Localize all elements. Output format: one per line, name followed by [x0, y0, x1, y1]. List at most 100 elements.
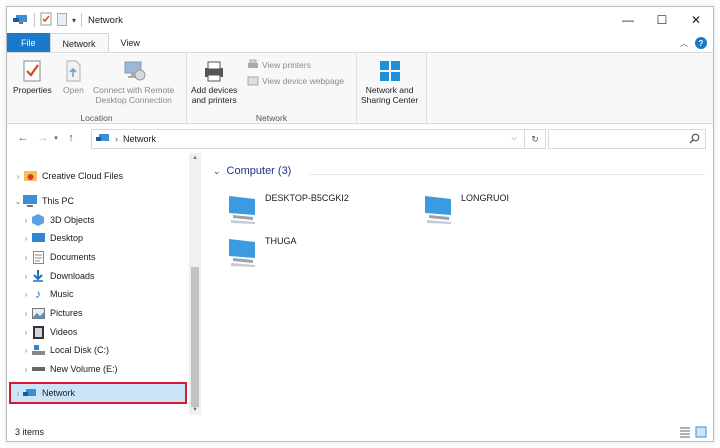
pc-icon [23, 194, 37, 208]
chevron-right-icon[interactable]: › [21, 234, 31, 243]
view-device-webpage-button[interactable]: View device webpage [247, 75, 344, 87]
ribbon: Properties Open Connect with Remote Desk… [7, 52, 713, 125]
tree-label: This PC [42, 196, 75, 206]
help-icon[interactable]: ? [695, 37, 707, 49]
view-printers-button[interactable]: View printers [247, 59, 311, 71]
remote-desktop-button[interactable]: Connect with Remote Desktop Connection [93, 57, 174, 105]
collapse-ribbon-icon[interactable]: ︿ [680, 38, 688, 49]
scroll-up-icon[interactable]: ▲ [189, 155, 201, 161]
computer-name: DESKTOP-B5CGKI2 [265, 193, 349, 203]
network-sharing-label-2: Sharing Center [361, 95, 419, 105]
window-title: Network [88, 14, 123, 26]
open-label: Open [63, 85, 84, 95]
address-bar[interactable]: › Network ⌵ ↻ [91, 129, 546, 149]
computer-icon [425, 196, 451, 224]
tab-file[interactable]: File [7, 33, 50, 53]
close-button[interactable]: ✕ [679, 7, 713, 33]
view-printers-label: View printers [262, 60, 311, 70]
open-button[interactable]: Open [63, 57, 84, 95]
scrollbar-thumb[interactable] [191, 267, 199, 407]
tree-item-this-pc[interactable]: ⌄ This PC [13, 192, 74, 210]
address-dropdown-icon[interactable]: ⌵ [504, 135, 524, 143]
tree-item-desktop[interactable]: › Desktop [21, 229, 83, 247]
tree-item-new-volume[interactable]: › New Volume (E:) [21, 360, 118, 378]
tree-item-music[interactable]: › ♪ Music [21, 285, 74, 303]
chevron-down-icon: ⌄ [213, 165, 221, 176]
tree-item-3d-objects[interactable]: › 3D Objects [21, 211, 95, 229]
remote-desktop-label-2: Desktop Connection [95, 95, 172, 105]
network-sharing-center-button[interactable]: Network and Sharing Center [361, 57, 418, 105]
chevron-right-icon[interactable]: › [21, 272, 31, 281]
chevron-down-icon[interactable]: ⌄ [13, 197, 23, 206]
forward-button[interactable]: → [35, 132, 51, 144]
computer-item[interactable]: THUGA [227, 236, 297, 268]
chevron-right-icon[interactable]: › [21, 328, 31, 337]
computer-item[interactable]: LONGRUOI [423, 193, 509, 225]
chevron-right-icon[interactable]: › [21, 253, 31, 262]
tree-item-downloads[interactable]: › Downloads [21, 267, 95, 285]
chevron-right-icon[interactable]: › [21, 216, 31, 225]
quick-access-toolbar: ▾ [7, 12, 83, 28]
add-devices-label-1: Add devices [191, 85, 238, 95]
tree-label: 3D Objects [50, 215, 95, 225]
search-icon [689, 133, 700, 146]
group-network: Add devices and printers View printers V… [187, 53, 357, 125]
new-folder-qat-icon[interactable] [57, 12, 67, 28]
group-sharing: Network and Sharing Center [357, 53, 427, 125]
toolbar-separator [81, 13, 83, 27]
tree-label: Local Disk (C:) [50, 345, 110, 355]
tab-network[interactable]: Network [49, 33, 109, 53]
group-header[interactable]: ⌄ Computer (3) [213, 165, 291, 177]
creative-cloud-icon [23, 169, 37, 183]
navigation-pane: › Creative Cloud Files ⌄ This PC › 3D Ob… [7, 153, 201, 415]
up-button[interactable]: ↑ [63, 132, 79, 144]
chevron-right-icon[interactable]: › [21, 290, 31, 299]
tree-item-creative-cloud[interactable]: › Creative Cloud Files [13, 167, 123, 185]
search-input[interactable] [548, 129, 706, 149]
tree-item-network[interactable]: › Network [9, 382, 187, 404]
tree-item-pictures[interactable]: › Pictures [21, 304, 83, 322]
documents-icon [31, 250, 45, 264]
toolbar-separator [34, 13, 35, 27]
computer-item[interactable]: DESKTOP-B5CGKI2 [227, 193, 349, 225]
chevron-right-icon[interactable]: › [13, 172, 23, 181]
computer-name: THUGA [265, 236, 297, 246]
group-location: Properties Open Connect with Remote Desk… [7, 53, 187, 125]
recent-locations-button[interactable]: ▾ [51, 134, 61, 142]
breadcrumb-network[interactable]: Network [123, 134, 156, 144]
customize-qat-icon[interactable]: ▾ [72, 16, 76, 25]
minimize-button[interactable]: — [611, 7, 645, 33]
tree-label: Music [50, 289, 74, 299]
properties-button[interactable]: Properties [13, 57, 52, 95]
network-sharing-icon [378, 57, 402, 85]
properties-label: Properties [13, 85, 52, 95]
printer-icon [202, 57, 226, 85]
tab-view[interactable]: View [109, 33, 152, 53]
chevron-right-icon[interactable]: › [21, 309, 31, 318]
item-count: 3 items [15, 427, 45, 437]
network-icon [96, 133, 110, 146]
properties-qat-icon[interactable] [40, 12, 52, 28]
tree-label: Documents [50, 252, 96, 262]
back-button[interactable]: ← [15, 132, 31, 144]
chevron-right-icon[interactable]: › [13, 389, 23, 398]
maximize-button[interactable]: ☐ [645, 7, 679, 33]
refresh-icon[interactable]: ↻ [525, 134, 545, 145]
details-view-icon[interactable] [679, 426, 691, 438]
chevron-right-icon[interactable]: › [21, 365, 31, 374]
large-icons-view-icon[interactable] [695, 426, 707, 438]
nav-pane-scrollbar[interactable]: ▲ ▼ [189, 153, 201, 415]
tree-item-videos[interactable]: › Videos [21, 323, 77, 341]
add-devices-button[interactable]: Add devices and printers [191, 57, 237, 105]
remote-desktop-label-1: Connect with Remote [93, 85, 175, 95]
scroll-down-icon[interactable]: ▼ [189, 407, 201, 413]
tree-item-local-disk[interactable]: › Local Disk (C:) [21, 341, 109, 359]
content-pane: ⌄ Computer (3) DESKTOP-B5CGKI2 LONGRUOI … [203, 153, 713, 415]
group-divider [309, 174, 705, 175]
chevron-right-icon[interactable]: › [21, 346, 31, 355]
breadcrumb-chevron-icon: › [115, 134, 118, 144]
tree-label: Downloads [50, 271, 95, 281]
tree-item-documents[interactable]: › Documents [21, 248, 96, 266]
navigation-bar: ← → ▾ ↑ › Network ⌵ ↻ [7, 125, 713, 151]
open-icon [63, 57, 83, 85]
